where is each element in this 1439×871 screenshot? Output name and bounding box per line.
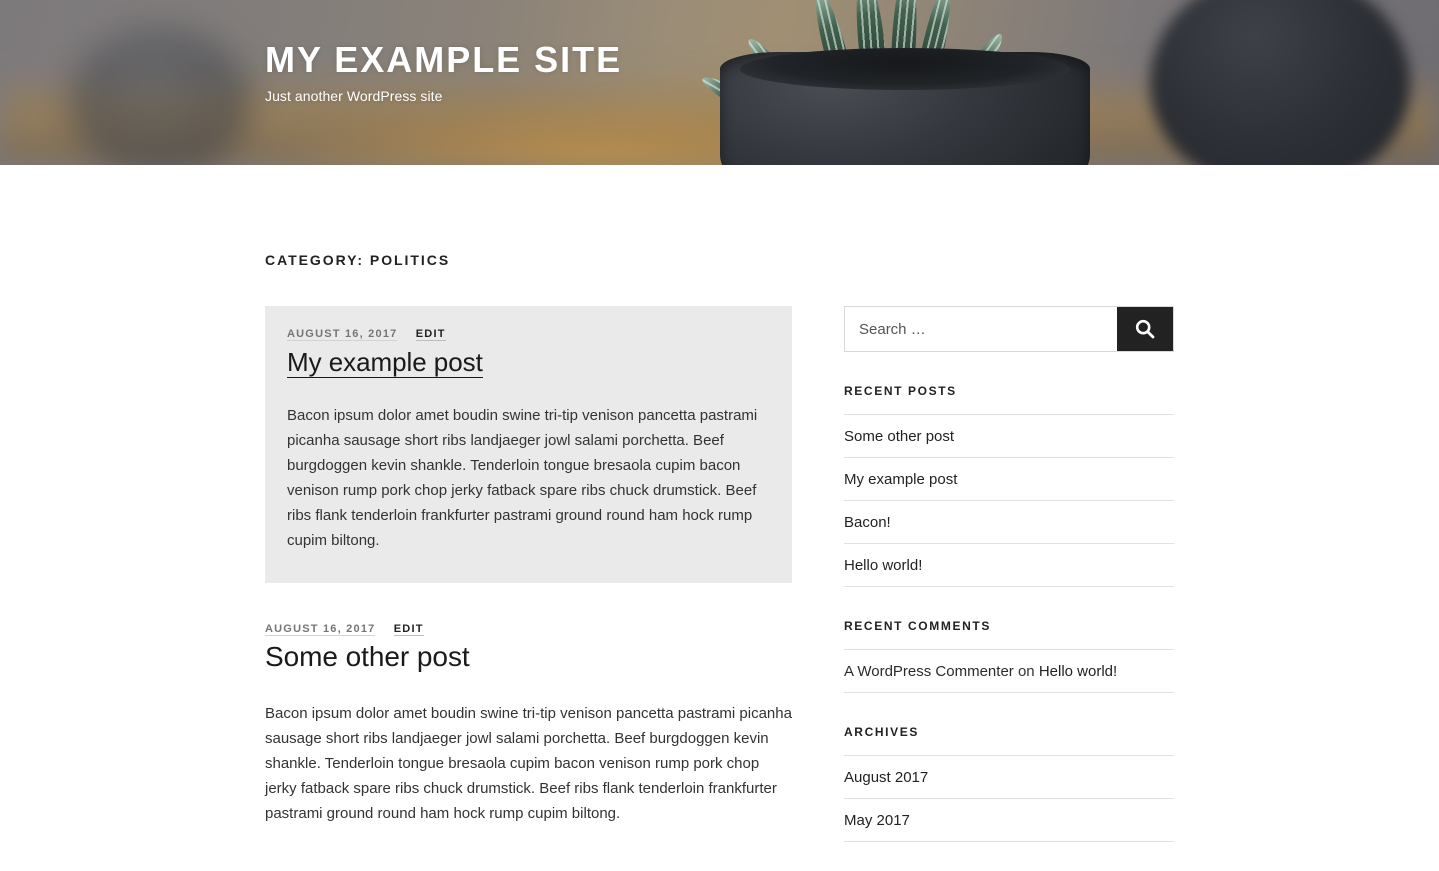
list-item: August 2017 bbox=[844, 756, 1174, 799]
post-date-link[interactable]: AUGUST 16, 2017 bbox=[287, 328, 398, 341]
post-title-link[interactable]: My example post bbox=[287, 347, 483, 378]
page-title: CATEGORY: POLITICS bbox=[265, 252, 451, 268]
post-title: My example post bbox=[287, 346, 770, 379]
site-title[interactable]: MY EXAMPLE SITE bbox=[265, 40, 622, 80]
post-title-link[interactable]: Some other post bbox=[265, 641, 470, 672]
recent-post-link[interactable]: Some other post bbox=[844, 428, 954, 445]
widget-title-recent-comments: RECENT COMMENTS bbox=[844, 619, 991, 633]
search-form bbox=[844, 306, 1174, 352]
list-item: A WordPress Commenter on Hello world! bbox=[844, 650, 1174, 693]
widget-recent-comments: RECENT COMMENTS A WordPress Commenter on… bbox=[844, 619, 1174, 693]
archive-link[interactable]: August 2017 bbox=[844, 769, 928, 786]
search-submit-button[interactable] bbox=[1117, 307, 1173, 351]
list-item: My example post bbox=[844, 458, 1174, 501]
sidebar: RECENT POSTS Some other post My example … bbox=[844, 306, 1174, 842]
recent-post-link[interactable]: Hello world! bbox=[844, 557, 922, 574]
post-regular: AUGUST 16, 2017 EDIT Some other post Bac… bbox=[265, 622, 792, 826]
content-wrap: CATEGORY: POLITICS AUGUST 16, 2017 EDIT … bbox=[0, 165, 1439, 842]
recent-comments-list: A WordPress Commenter on Hello world! bbox=[844, 649, 1174, 693]
header-background-image bbox=[0, 0, 1439, 165]
archive-link[interactable]: May 2017 bbox=[844, 812, 910, 829]
list-item: Hello world! bbox=[844, 544, 1174, 587]
content-columns: AUGUST 16, 2017 EDIT My example post Bac… bbox=[265, 306, 1174, 842]
post-sticky: AUGUST 16, 2017 EDIT My example post Bac… bbox=[265, 306, 792, 583]
header-image-pot-rim bbox=[740, 48, 1070, 90]
header-image-blurred-pot-right bbox=[1150, 0, 1410, 165]
post-excerpt-text: Bacon ipsum dolor amet boudin swine tri-… bbox=[287, 406, 758, 549]
post-title: Some other post bbox=[265, 639, 792, 674]
page-root: MY EXAMPLE SITE Just another WordPress s… bbox=[0, 0, 1439, 871]
header-image-blurred-object-left bbox=[70, 28, 250, 165]
post-edit-link[interactable]: EDIT bbox=[393, 622, 424, 636]
site-branding: MY EXAMPLE SITE Just another WordPress s… bbox=[265, 40, 622, 104]
post-edit-link[interactable]: EDIT bbox=[415, 328, 446, 341]
list-item: Bacon! bbox=[844, 501, 1174, 544]
post-date-link[interactable]: AUGUST 16, 2017 bbox=[265, 622, 376, 636]
archive-header: CATEGORY: POLITICS bbox=[265, 165, 1174, 268]
list-item: Some other post bbox=[844, 415, 1174, 458]
entry-meta: AUGUST 16, 2017 EDIT bbox=[287, 328, 770, 341]
site-description: Just another WordPress site bbox=[265, 87, 443, 104]
archives-list: August 2017 May 2017 bbox=[844, 755, 1174, 842]
list-item: May 2017 bbox=[844, 799, 1174, 842]
search-input[interactable] bbox=[845, 307, 1117, 351]
recent-post-link[interactable]: My example post bbox=[844, 471, 957, 488]
widget-title-recent-posts: RECENT POSTS bbox=[844, 384, 957, 398]
widget-archives: ARCHIVES August 2017 May 2017 bbox=[844, 725, 1174, 842]
post-excerpt-text: Bacon ipsum dolor amet boudin swine tri-… bbox=[265, 704, 792, 822]
comment-post-link[interactable]: Hello world! bbox=[1039, 663, 1117, 680]
widget-title-archives: ARCHIVES bbox=[844, 725, 919, 739]
primary-column: AUGUST 16, 2017 EDIT My example post Bac… bbox=[265, 306, 792, 826]
search-icon bbox=[1134, 318, 1156, 340]
post-excerpt: Bacon ipsum dolor amet boudin swine tri-… bbox=[287, 403, 770, 553]
entry-meta: AUGUST 16, 2017 EDIT bbox=[265, 622, 792, 636]
site-content: CATEGORY: POLITICS AUGUST 16, 2017 EDIT … bbox=[0, 165, 1439, 842]
comment-author-link[interactable]: A WordPress Commenter bbox=[844, 663, 1014, 680]
post-excerpt: Bacon ipsum dolor amet boudin swine tri-… bbox=[265, 701, 792, 826]
widget-recent-posts: RECENT POSTS Some other post My example … bbox=[844, 384, 1174, 587]
comment-separator: on bbox=[1013, 663, 1039, 680]
recent-posts-list: Some other post My example post Bacon! H… bbox=[844, 414, 1174, 587]
site-header: MY EXAMPLE SITE Just another WordPress s… bbox=[0, 0, 1439, 165]
recent-post-link[interactable]: Bacon! bbox=[844, 514, 891, 531]
